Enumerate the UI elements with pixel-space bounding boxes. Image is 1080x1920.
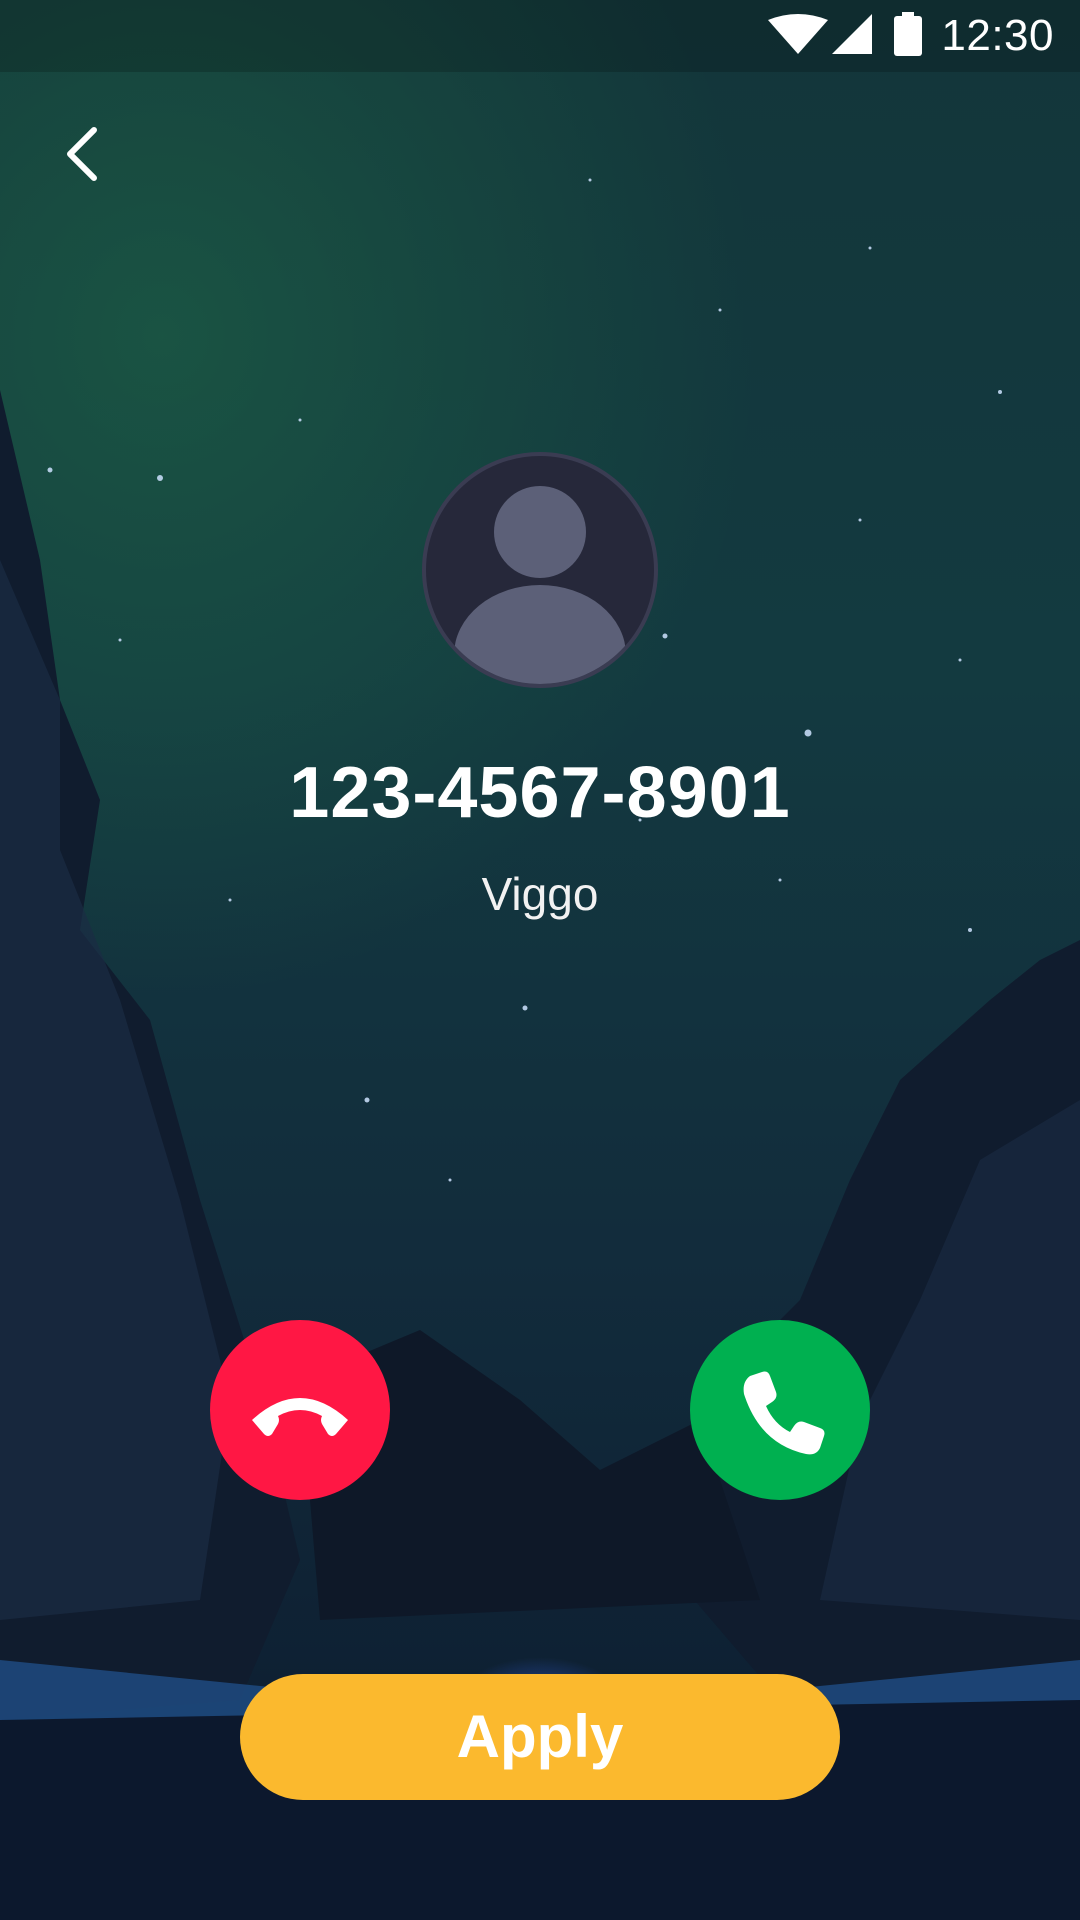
back-button[interactable] xyxy=(56,118,116,188)
decline-call-button[interactable] xyxy=(210,1320,390,1500)
accept-call-button[interactable] xyxy=(690,1320,870,1500)
phone-hangup-icon xyxy=(252,1398,348,1436)
person-avatar-icon xyxy=(422,452,658,688)
wifi-icon xyxy=(768,14,828,54)
apply-button[interactable]: Apply xyxy=(240,1674,840,1800)
battery-icon xyxy=(894,12,922,56)
caller-name: Viggo xyxy=(481,868,599,920)
caller-phone-number: 123-4567-8901 xyxy=(289,753,791,833)
status-bar: 12:30 xyxy=(0,0,1080,72)
background-scene xyxy=(0,0,1080,1920)
signal-icon xyxy=(832,14,872,54)
chevron-left-icon xyxy=(67,127,97,181)
status-time: 12:30 xyxy=(941,11,1054,60)
phone-icon xyxy=(743,1371,825,1455)
